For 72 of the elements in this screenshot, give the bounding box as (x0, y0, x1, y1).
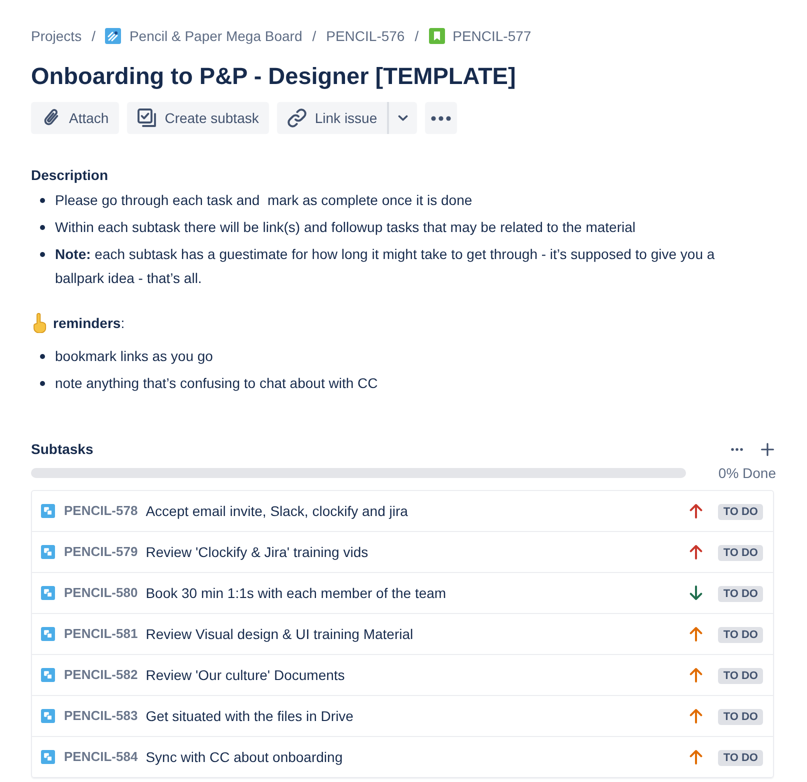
progress-label: 0% Done (718, 464, 776, 483)
subtask-row[interactable]: PENCIL-580 Book 30 min 1:1s with each member of the team TO DO (32, 572, 773, 613)
subtask-row[interactable]: PENCIL-583 Get situated with the files in Drive TO DO (32, 695, 773, 736)
create-subtask-button[interactable]: Create subtask (126, 102, 269, 134)
breadcrumb-separator: / (312, 27, 316, 46)
attach-button[interactable]: Attach (31, 102, 119, 134)
list-item-text: note anything that’s confusing to chat about with CC (55, 374, 378, 393)
issue-summary[interactable]: Book 30 min 1:1s with each member of the team (146, 582, 446, 604)
issue-summary[interactable]: Review Visual design & UI training Material (146, 624, 414, 644)
status-lozenge[interactable]: TO DO (718, 586, 763, 602)
link-icon (286, 108, 307, 128)
issue-summary[interactable]: Accept email invite, Slack, clockify and jira (146, 500, 408, 522)
more-icon (731, 448, 743, 450)
breadcrumb-link[interactable]: PENCIL-576 (326, 26, 405, 46)
breadcrumb-separator: / (414, 27, 419, 46)
section-heading: Description (31, 166, 108, 185)
issue-summary[interactable]: Get situated with the files in Drive (146, 706, 354, 726)
issue-summary[interactable]: Sync with CC about onboarding (146, 746, 343, 768)
status-lozenge[interactable]: TO DO (718, 668, 763, 684)
list-item-text: Within each subtask there will be link(s) and followup tasks that may be related to the material (55, 218, 636, 237)
checkbox-icon (136, 108, 157, 128)
status-lozenge[interactable]: TO DO (718, 504, 763, 520)
subtask-icon (41, 627, 55, 641)
subtask-row[interactable]: PENCIL-578 Accept email invite, Slack, clockify and jira TO DO (32, 491, 773, 531)
breadcrumb-link[interactable]: Pencil & Paper Mega Board (105, 26, 302, 46)
subtask-icon (41, 586, 55, 600)
issue-summary[interactable]: Review 'Clockify & Jira' training vids (146, 542, 368, 562)
bullet-icon (40, 354, 45, 359)
project-avatar-icon (105, 28, 122, 44)
breadcrumb-separator: / (92, 27, 96, 46)
link-issue-button[interactable]: Link issue (276, 102, 388, 134)
issue-key[interactable]: PENCIL-582 (64, 665, 138, 685)
bookmark-icon (428, 28, 445, 44)
more-icon (431, 116, 452, 120)
chevron-down-icon (398, 115, 408, 121)
subtask-row[interactable]: PENCIL-582 Review 'Our culture' Documents TO DO (32, 654, 773, 695)
list-item-text: bookmark links as you go (55, 347, 213, 366)
subtask-icon (41, 709, 55, 723)
subtask-icon (41, 504, 55, 518)
subtask-icon (41, 750, 55, 764)
list-item-text: Please go through each task and mark as complete once it is done (55, 191, 472, 210)
bullet-icon (40, 381, 45, 386)
issue-key[interactable]: PENCIL-580 (64, 583, 138, 603)
more-button[interactable] (425, 102, 458, 134)
issue-key[interactable]: PENCIL-584 (64, 747, 138, 767)
list-item-text: Note: each subtask has a guestimate for how long it might take to get through - it’s supposed to give you a ballpark idea - that’s all. (55, 245, 716, 288)
status-lozenge[interactable]: TO DO (718, 627, 763, 643)
bullet-icon (40, 252, 45, 257)
status-lozenge[interactable]: TO DO (718, 750, 763, 766)
plus-icon (760, 442, 774, 456)
dropdown-button[interactable] (387, 102, 418, 134)
issue-key[interactable]: PENCIL-581 (64, 624, 138, 644)
breadcrumb-link[interactable]: Projects (31, 26, 82, 46)
issue-key[interactable]: PENCIL-583 (64, 706, 138, 726)
breadcrumb-link[interactable]: PENCIL-577 (428, 26, 532, 46)
pointing-hand-icon (31, 313, 47, 333)
bullet-icon (40, 225, 45, 230)
status-lozenge[interactable]: TO DO (718, 709, 763, 725)
add-button[interactable] (759, 441, 775, 457)
status-lozenge[interactable]: TO DO (718, 545, 763, 561)
issue-key[interactable]: PENCIL-579 (64, 542, 138, 562)
subtask-icon (41, 668, 55, 682)
subtask-icon (41, 545, 55, 559)
issue-summary[interactable]: Review 'Our culture' Documents (146, 664, 345, 686)
reminders-heading: reminders: (53, 314, 125, 333)
issue-title: Onboarding to P&P - Designer [TEMPLATE] (31, 62, 516, 91)
subtask-row[interactable]: PENCIL-579 Review 'Clockify & Jira' training vids TO DO (32, 531, 773, 572)
bullet-icon (40, 198, 45, 203)
subtask-row[interactable]: PENCIL-581 Review Visual design & UI training Material TO DO (32, 613, 773, 654)
section-heading: Subtasks (31, 440, 94, 459)
subtask-row[interactable]: PENCIL-584 Sync with CC about onboarding TO DO (32, 736, 773, 777)
issue-key[interactable]: PENCIL-578 (64, 501, 138, 521)
